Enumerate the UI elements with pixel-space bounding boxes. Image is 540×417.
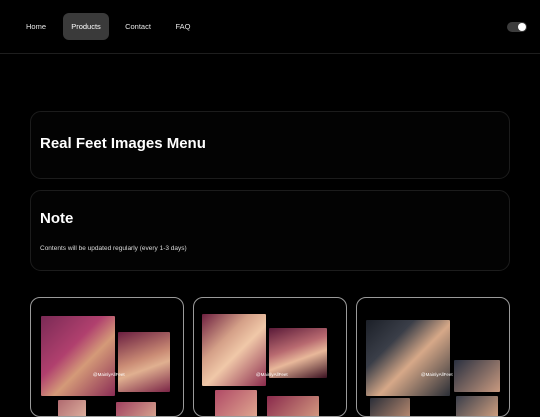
product-image <box>38 312 178 416</box>
watermark: @MainlyAllFeet <box>421 372 453 377</box>
product-card[interactable]: @MainlyAllFeet <box>30 297 184 417</box>
nav-products-link[interactable]: Products <box>63 13 109 40</box>
watermark: @MainlyAllFeet <box>93 372 125 377</box>
nav-home-link[interactable]: Home <box>20 13 52 40</box>
product-card[interactable]: @MainlyAllFeet <box>356 297 510 417</box>
watermark: @MainlyAllFeet <box>256 372 288 377</box>
note-title: Note <box>40 210 74 227</box>
nav-contact-link[interactable]: Contact <box>119 13 157 40</box>
note-card: Note Contents will be updated regularly … <box>30 190 510 271</box>
product-image <box>364 312 504 416</box>
navbar: Home Products Contact FAQ <box>0 0 540 54</box>
menu-title: Real Feet Images Menu <box>40 135 206 152</box>
note-text: Contents will be updated regularly (ever… <box>40 245 187 252</box>
theme-toggle[interactable] <box>507 22 527 32</box>
product-card[interactable]: @MainlyAllFeet <box>193 297 347 417</box>
menu-card: Real Feet Images Menu <box>30 111 510 179</box>
nav-faq-link[interactable]: FAQ <box>169 13 197 40</box>
product-image <box>201 312 341 416</box>
toggle-knob <box>518 23 526 31</box>
